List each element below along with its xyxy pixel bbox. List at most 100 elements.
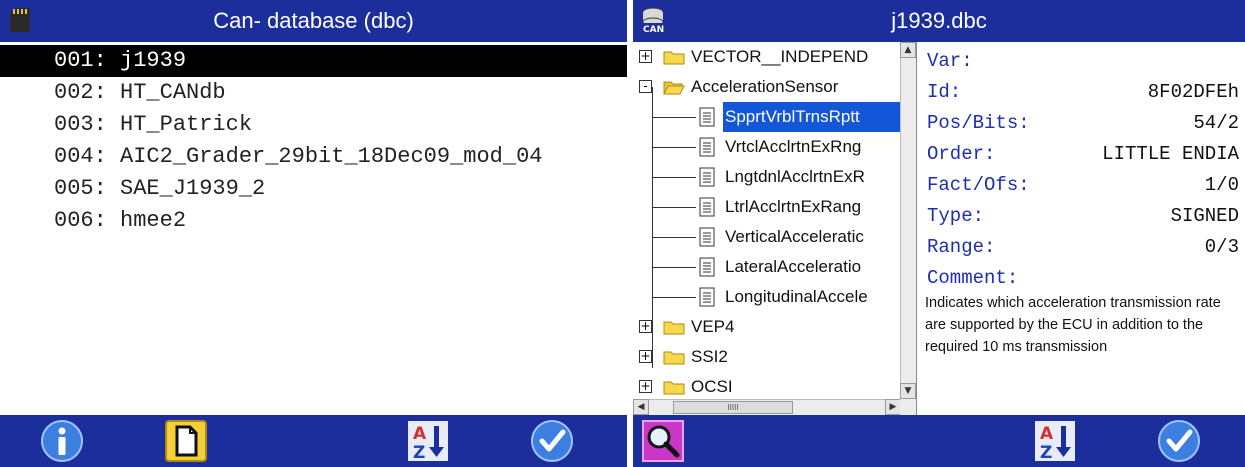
tree-node-label: VrtclAcclrtnExRng [725,137,862,156]
property-comment: Comment: [927,267,1239,295]
property-type: Type: SIGNED [927,205,1239,233]
tree-node-label: SpprtVrblTrnsRptt [725,107,860,126]
list-item[interactable]: 004: AIC2_Grader_29bit_18Dec09_mod_04 [0,141,627,173]
signal-file-icon [699,137,715,157]
svg-text:A: A [1040,424,1054,444]
property-value: 54/2 [1193,112,1239,134]
expand-plus-icon[interactable]: + [639,320,652,333]
signal-file-icon [699,197,715,217]
horizontal-scrollbar[interactable]: ◀ IIIII ▶ [633,399,901,415]
property-factofs: Fact/Ofs: 1/0 [927,174,1239,202]
tree-node-label: AccelerationSensor [691,77,839,96]
property-order: Order: LITTLE ENDIA [927,143,1239,171]
title-bar: CAN j1939.dbc [633,0,1245,42]
folder-open-icon [663,81,685,95]
page-title: j1939.dbc [891,8,987,33]
tree-node-label: VerticalAcceleratic [725,227,864,246]
tree-node-label: LateralAcceleratio [725,257,862,276]
property-label: Range: [927,236,996,258]
tree-node-folder[interactable]: + SSI2 [633,342,901,372]
tree-connector [652,117,696,118]
vertical-scrollbar[interactable]: ▲ ▼ [900,42,916,399]
list-item[interactable]: 001: j1939 [0,45,627,77]
document-icon[interactable] [164,419,208,463]
tree-connector [652,237,696,238]
list-item[interactable]: 002: HT_CANdb [0,77,627,109]
svg-text:Z: Z [1040,443,1052,463]
sd-card-icon [10,8,30,32]
tree-node-signal[interactable]: LngtdnlAcclrtnExR [633,162,901,192]
expand-plus-icon[interactable]: + [639,50,652,63]
scroll-corner [900,399,916,415]
can-badge-text: CAN [643,25,664,34]
tree-node-label: OCSI [691,377,733,396]
sort-az-icon[interactable]: A Z [406,419,450,463]
list-item[interactable]: 005: SAE_J1939_2 [0,173,627,205]
folder-icon [663,321,685,335]
scroll-up-icon[interactable]: ▲ [900,42,916,58]
tree-node-folder[interactable]: + VECTOR__INDEPEND [633,42,901,72]
tree-node-folder[interactable]: - AccelerationSensor [633,72,901,102]
dbc-detail-panel: CAN j1939.dbc + VECTOR__INDEPEND - Accel… [633,0,1245,467]
tree-node-signal[interactable]: LateralAcceleratio [633,252,901,282]
signal-properties: Var: Id: 8F02DFEh Pos/Bits: 54/2 Order: … [921,42,1245,415]
signal-file-icon [699,167,715,187]
signal-file-icon [699,107,715,127]
tree-node-signal[interactable]: VerticalAcceleratic [633,222,901,252]
property-label: Comment: [927,267,1019,289]
tree-connector [652,297,696,298]
title-bar: Can- database (dbc) [0,0,627,42]
property-label: Type: [927,205,985,227]
tree-node-signal[interactable]: SpprtVrblTrnsRptt [633,102,901,132]
folder-icon [663,51,685,65]
info-icon[interactable] [40,419,84,463]
tree-connector [652,147,696,148]
property-range: Range: 0/3 [927,236,1239,264]
confirm-check-icon[interactable] [1157,419,1201,463]
expand-plus-icon[interactable]: + [639,350,652,363]
tree-node-signal[interactable]: LongitudinalAccele [633,282,901,312]
signal-file-icon [699,227,715,247]
list-item[interactable]: 006: hmee2 [0,205,627,237]
tree-connector [652,177,696,178]
folder-icon [663,381,685,395]
tree-node-label: VEP4 [691,317,735,336]
property-value: 8F02DFEh [1147,81,1239,103]
tree-node-label: LngtdnlAcclrtnExR [725,167,865,186]
tree-node-folder[interactable]: + OCSI [633,372,901,399]
confirm-check-icon[interactable] [530,419,574,463]
tree-node-signal[interactable]: LtrlAcclrtnExRang [633,192,901,222]
tree-node-label: LtrlAcclrtnExRang [725,197,862,216]
scroll-right-icon[interactable]: ▶ [885,399,901,415]
scroll-thumb[interactable]: IIIII [673,401,793,414]
property-value: 0/3 [1204,236,1239,258]
tree-connector [652,207,696,208]
property-id: Id: 8F02DFEh [927,81,1239,109]
database-list: 001: j1939 002: HT_CANdb 003: HT_Patrick… [0,45,627,237]
property-label: Id: [927,81,962,103]
property-var: Var: [927,50,1239,78]
property-posbits: Pos/Bits: 54/2 [927,112,1239,140]
tree-node-folder[interactable]: + VEP4 [633,312,901,342]
collapse-minus-icon[interactable]: - [639,80,652,93]
scroll-down-icon[interactable]: ▼ [900,383,916,399]
expand-plus-icon[interactable]: + [639,380,652,393]
property-label: Var: [927,50,973,72]
property-value: SIGNED [1170,205,1239,227]
bottom-toolbar: A Z [633,415,1245,467]
scroll-left-icon[interactable]: ◀ [633,399,649,415]
svg-text:A: A [413,424,427,444]
svg-text:Z: Z [413,443,425,463]
comment-text: Indicates which acceleration transmissio… [925,295,1221,355]
signal-file-icon [699,257,715,277]
page-title: Can- database (dbc) [213,8,414,33]
property-label: Fact/Ofs: [927,174,1030,196]
tree-node-signal[interactable]: VrtclAcclrtnExRng [633,132,901,162]
bottom-toolbar: A Z [0,415,627,467]
property-value: 1/0 [1204,174,1239,196]
list-item[interactable]: 003: HT_Patrick [0,109,627,141]
can-database-icon: CAN [641,7,665,34]
tree-viewport: + VECTOR__INDEPEND - AccelerationSensor … [633,42,901,399]
magnifier-icon[interactable] [641,419,685,463]
sort-az-icon[interactable]: A Z [1033,419,1077,463]
